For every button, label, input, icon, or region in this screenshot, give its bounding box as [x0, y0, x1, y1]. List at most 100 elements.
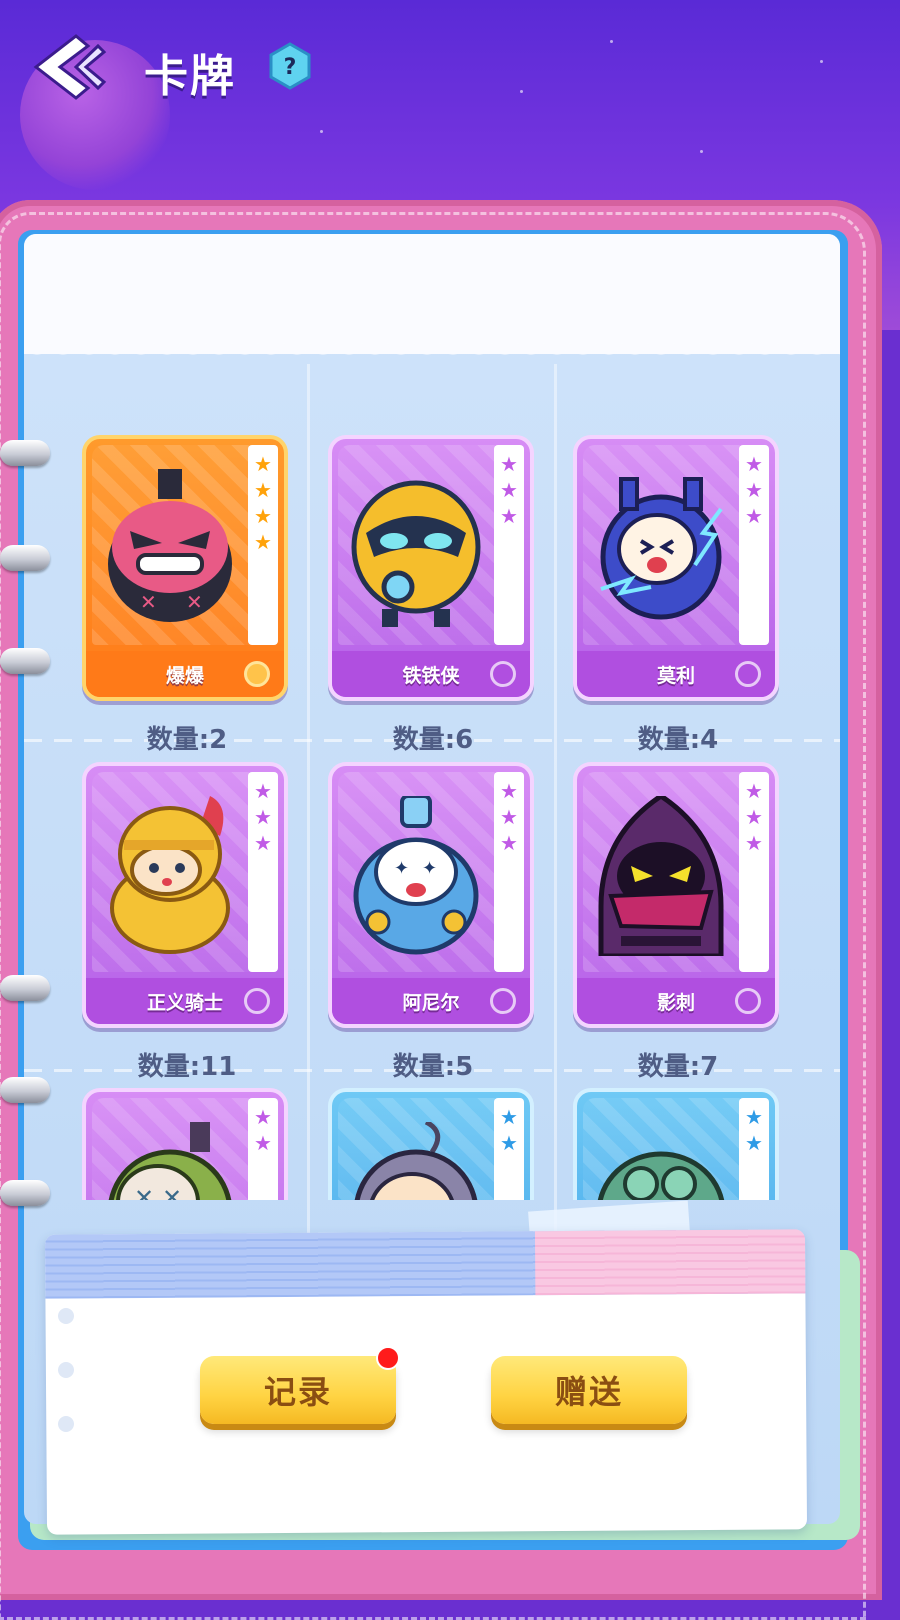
- card-count: 数量:6: [392, 725, 474, 755]
- card-name: 影刺: [656, 991, 695, 1014]
- star-icon: ★: [254, 530, 272, 554]
- star-icon: ★: [254, 452, 272, 476]
- star-icon: ★: [745, 478, 763, 502]
- star-icon: ★: [500, 805, 518, 829]
- card-slot: ★ ★: [328, 1088, 538, 1200]
- character-art-partial: [354, 1122, 478, 1200]
- rarity-stars: ★ ★ ★: [494, 772, 524, 972]
- rarity-stars: ★ ★ ★: [739, 772, 769, 972]
- card-slot: ★ ★ ★ 影刺 数量:7: [573, 762, 783, 1083]
- card[interactable]: ✦ ✦ ★ ★ ★ 阿尼尔: [328, 762, 534, 1028]
- rarity-badge-icon: [490, 661, 516, 687]
- card-slot: ★ ★ ★ 正义骑士 数量:11: [82, 762, 292, 1083]
- star-icon: ★: [254, 805, 272, 829]
- star-icon: ★: [745, 1105, 763, 1129]
- card-name: 铁铁侠: [402, 664, 460, 687]
- star-icon: ★: [500, 831, 518, 855]
- star-icon: ★: [500, 1131, 518, 1155]
- gift-button[interactable]: 赠送: [491, 1356, 687, 1424]
- record-button-label: 记录: [263, 1373, 332, 1411]
- star-icon: ★: [254, 1131, 272, 1155]
- page-title: 卡牌: [144, 51, 236, 102]
- card[interactable]: ★ ★ ★ 莫利: [573, 435, 779, 701]
- notification-dot: [376, 1346, 400, 1370]
- card-count: 数量:4: [637, 725, 719, 755]
- card[interactable]: ★ ★ ★ 铁铁侠: [328, 435, 534, 701]
- card-slot: ★ ★ ★ 铁铁侠 数量:6: [328, 435, 538, 756]
- rarity-stars: ★ ★ ★: [248, 772, 278, 972]
- star-icon: ★: [254, 504, 272, 528]
- svg-text:✕: ✕: [162, 1184, 182, 1200]
- record-button[interactable]: 记录: [200, 1356, 396, 1424]
- character-art-baobao: ✕ ✕: [108, 469, 232, 622]
- star-icon: ★: [500, 478, 518, 502]
- star-icon: ★: [500, 504, 518, 528]
- character-art-partial: ✕ ✕: [108, 1122, 232, 1200]
- card[interactable]: ✕ ✕ ★ ★ ★ ★ 爆爆: [82, 435, 288, 701]
- card[interactable]: ★ ★ ★ 正义骑士: [82, 762, 288, 1028]
- gift-button-label: 赠送: [554, 1373, 623, 1411]
- rarity-stars: ★ ★ ★: [494, 445, 524, 645]
- punch-hole: [58, 1362, 74, 1378]
- back-button[interactable]: [28, 32, 108, 102]
- card-name: 正义骑士: [146, 991, 223, 1014]
- star-icon: ★: [745, 1131, 763, 1155]
- card[interactable]: ★ ★ ★ 影刺: [573, 762, 779, 1028]
- question-hexagon-icon: ?: [269, 42, 311, 90]
- star-icon: ★: [745, 831, 763, 855]
- card-slot: ★ ★ ★ 莫利 数量:4: [573, 435, 783, 756]
- card-name: 爆爆: [165, 664, 204, 687]
- card-name: 莫利: [656, 664, 695, 687]
- rarity-badge-icon: [735, 988, 761, 1014]
- character-art-anier: ✦ ✦: [353, 796, 479, 955]
- punch-hole: [58, 1416, 74, 1432]
- double-chevron-left-icon: [33, 34, 107, 100]
- star-icon: ★: [500, 452, 518, 476]
- rarity-stars: ★ ★: [494, 1098, 524, 1200]
- character-art-yingci: [598, 796, 724, 956]
- card-slot: ✕ ✕ ★ ★ ★ ★ 爆爆 数量:2: [82, 435, 292, 756]
- punch-hole: [58, 1308, 74, 1324]
- star-icon: ★: [500, 779, 518, 803]
- rarity-stars: ★ ★: [739, 1098, 769, 1200]
- rarity-badge-icon: [244, 988, 270, 1014]
- help-button[interactable]: ?: [268, 42, 312, 90]
- character-art-tietiexia: [351, 480, 481, 627]
- card[interactable]: ✕ ✕ ★ ★: [82, 1088, 288, 1200]
- card[interactable]: ★ ★: [573, 1088, 779, 1200]
- rarity-stars: ★ ★ ★ ★: [248, 445, 278, 645]
- svg-text:✦: ✦: [394, 858, 409, 879]
- card-slot: ✦ ✦ ★ ★ ★ 阿尼尔 数量:5: [328, 762, 538, 1083]
- card-count: 数量:5: [392, 1052, 474, 1082]
- help-icon-label: ?: [284, 55, 297, 80]
- star-icon: ★: [500, 1105, 518, 1129]
- svg-text:✕: ✕: [134, 1184, 154, 1200]
- rarity-badge-icon: [490, 988, 516, 1014]
- card-count: 数量:2: [146, 725, 228, 755]
- svg-text:✕: ✕: [140, 590, 157, 614]
- character-art-moli: [600, 477, 723, 620]
- rarity-badge-icon: [244, 661, 270, 687]
- star-icon: ★: [254, 478, 272, 502]
- star-icon: ★: [254, 831, 272, 855]
- star-icon: ★: [745, 504, 763, 528]
- character-art-zhengyiqishi: [110, 796, 230, 954]
- rarity-stars: ★ ★ ★: [739, 445, 769, 645]
- svg-text:✕: ✕: [186, 590, 203, 614]
- svg-text:✦: ✦: [422, 858, 437, 879]
- card-grid[interactable]: ✕ ✕ ★ ★ ★ ★ 爆爆 数量:2 ★ ★ ★ 铁铁侠 数量:6 ★ ★ ★…: [24, 415, 840, 1200]
- card-slot: ✕ ✕ ★ ★: [82, 1088, 292, 1200]
- card-name: 阿尼尔: [402, 991, 460, 1014]
- rarity-badge-icon: [735, 661, 761, 687]
- character-art-partial: [597, 1151, 725, 1200]
- action-panel: [44, 1229, 808, 1535]
- star-icon: ★: [745, 452, 763, 476]
- card-count: 数量:7: [637, 1052, 719, 1082]
- star-icon: ★: [745, 805, 763, 829]
- card-count: 数量:11: [137, 1052, 237, 1082]
- card[interactable]: ★ ★: [328, 1088, 534, 1200]
- rarity-stars: ★ ★: [248, 1098, 278, 1200]
- star-icon: ★: [254, 779, 272, 803]
- star-icon: ★: [745, 779, 763, 803]
- card-slot: ★ ★: [573, 1088, 783, 1200]
